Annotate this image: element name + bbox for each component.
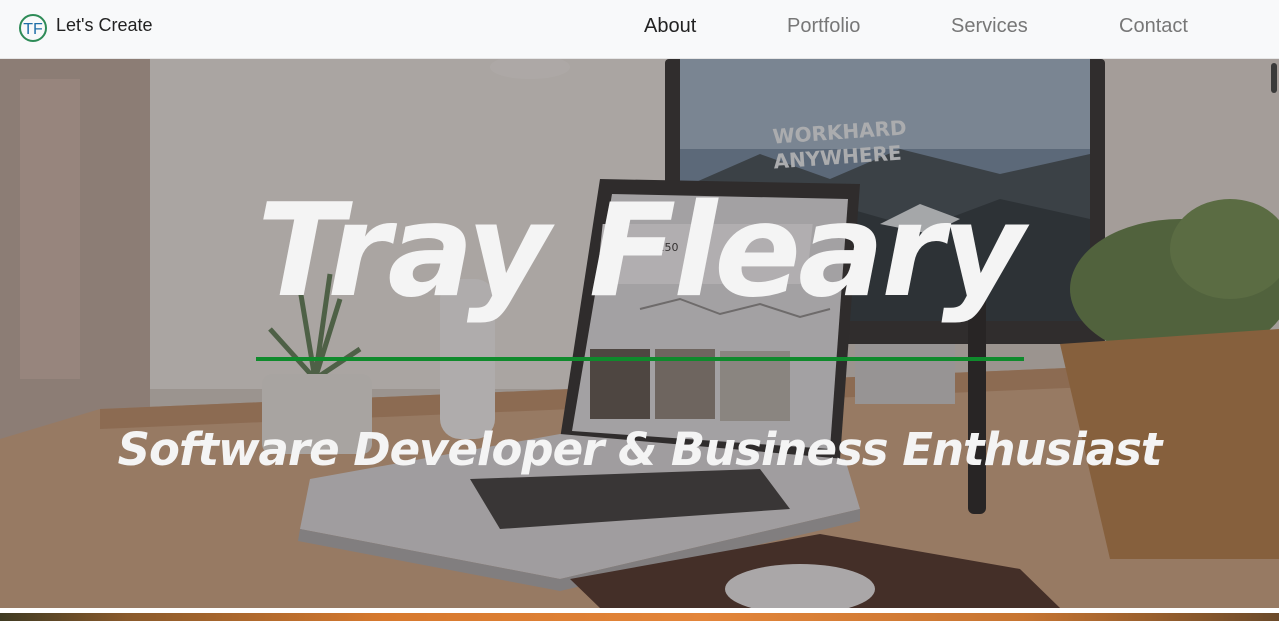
- nav-link-about[interactable]: About: [644, 15, 696, 38]
- nav-link-portfolio[interactable]: Portfolio: [787, 15, 860, 38]
- hero-subtitle: Software Developer & Business Enthusiast: [117, 423, 1163, 476]
- brand-name: Let's Create: [56, 14, 153, 35]
- hero-title: Tray Fleary: [257, 177, 1025, 326]
- scrollbar-thumb[interactable]: [1271, 63, 1277, 93]
- tf-logo-icon: TF: [19, 14, 47, 42]
- navbar: TF Let's Create About Portfolio Services…: [0, 0, 1279, 59]
- hero-divider: [256, 357, 1024, 361]
- brand-link[interactable]: TF Let's Create: [18, 11, 153, 45]
- hero-overlay: [0, 59, 1279, 608]
- logo-letters: TF: [23, 21, 43, 38]
- nav-link-contact[interactable]: Contact: [1119, 15, 1188, 38]
- next-section-preview: [0, 613, 1279, 621]
- hero-section: WORKHARD ANYWHERE $6,250 Tray Fleary Sof…: [0, 59, 1279, 608]
- nav-link-services[interactable]: Services: [951, 15, 1028, 38]
